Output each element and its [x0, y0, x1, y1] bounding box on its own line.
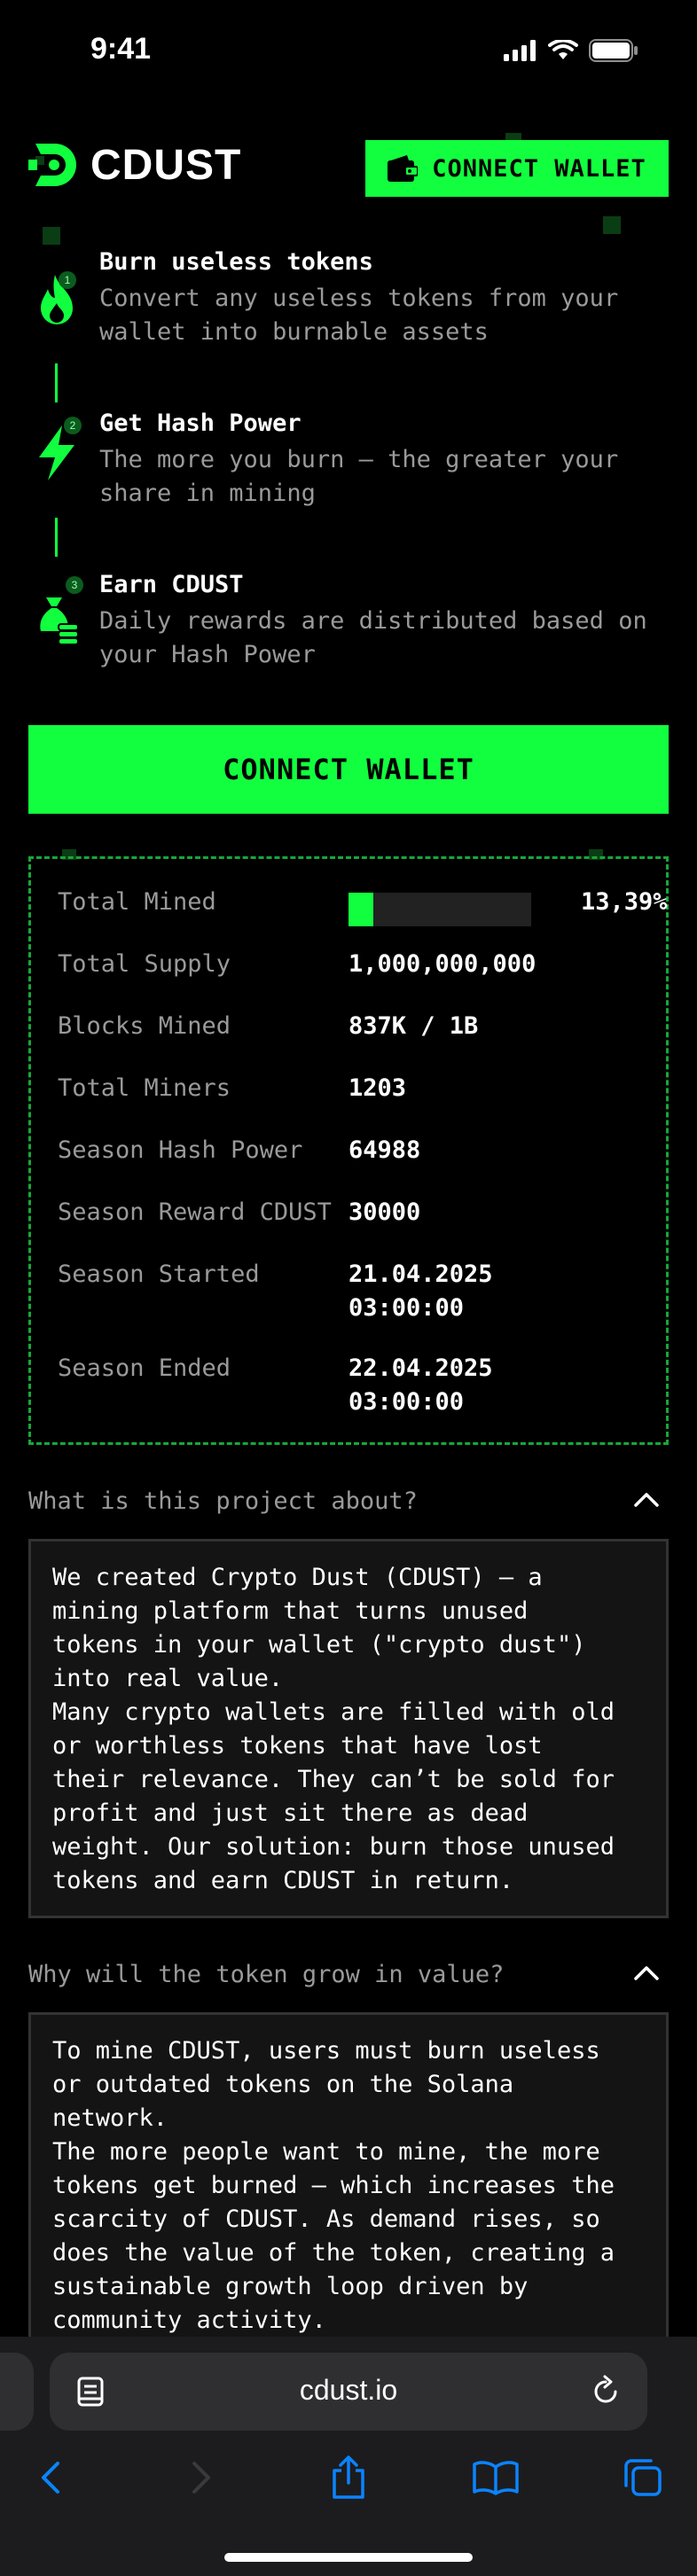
connect-wallet-header-label: CONNECT WALLET [432, 154, 646, 183]
stat-label: Total Miners [58, 1074, 231, 1102]
stat-value: 22.04.2025 03:00:00 [348, 1354, 493, 1416]
step-description: Convert any useless tokens from your wal… [99, 285, 619, 346]
step-connector [55, 518, 58, 557]
forward-button[interactable] [170, 2447, 232, 2509]
stats-panel: Total Mined 13,39% Total Supply 1,000,00… [28, 856, 669, 1445]
reload-icon[interactable] [589, 2374, 623, 2408]
mined-progress-bar [348, 893, 531, 926]
stat-label: Total Supply [58, 950, 231, 978]
back-button[interactable] [20, 2447, 82, 2509]
tabs-button[interactable] [612, 2447, 674, 2509]
stat-label: Total Mined [58, 888, 216, 916]
home-indicator [224, 2553, 473, 2562]
header: CDUST CONNECT WALLET [28, 140, 669, 197]
back-icon [42, 2462, 59, 2494]
step-connector [55, 363, 58, 402]
battery-icon [589, 39, 638, 62]
cdust-logo-icon [28, 144, 76, 186]
step-description: The more you burn — the greater your sha… [99, 446, 619, 507]
stat-label: Season Started [58, 1261, 260, 1288]
bookmarks-icon [473, 2461, 519, 2495]
stat-value: 21.04.2025 03:00:00 [348, 1261, 493, 1322]
connect-wallet-main-button[interactable]: CONNECT WALLET [28, 725, 669, 814]
stat-value: 64988 [348, 1136, 421, 1164]
stat-label: Season Ended [58, 1354, 231, 1382]
step-number-badge: 3 [66, 576, 83, 594]
faq-answer: To mine CDUST, users must burn useless o… [28, 2012, 669, 2385]
stat-value: 30000 [348, 1198, 421, 1226]
share-icon [333, 2455, 364, 2499]
mined-progress-fill [348, 893, 373, 926]
stat-label: Blocks Mined [58, 1012, 231, 1040]
stat-value: 1203 [348, 1074, 407, 1102]
faq-answer: We created Crypto Dust (CDUST) — a minin… [28, 1539, 669, 1918]
previous-tab-preview[interactable] [0, 2353, 34, 2431]
faq-question: What is this project about? [28, 1487, 418, 1515]
step-description: Daily rewards are distributed based on y… [99, 607, 647, 668]
faq-question-toggle[interactable]: What is this project about? [28, 1487, 669, 1523]
chevron-up-icon [634, 1966, 659, 1980]
tabs-icon [624, 2459, 662, 2496]
bookmarks-button[interactable] [465, 2447, 527, 2509]
forward-icon [192, 2462, 210, 2494]
status-icons [504, 39, 638, 62]
connect-wallet-main-label: CONNECT WALLET [223, 753, 474, 786]
status-bar: 9:41 [0, 0, 697, 98]
mined-percentage: 13,39% [581, 888, 668, 916]
logo-text: CDUST [90, 141, 242, 189]
signal-icon [504, 40, 536, 61]
step-number-badge: 1 [59, 271, 76, 289]
decorative-pixel [43, 227, 60, 245]
faq-question-toggle[interactable]: Why will the token grow in value? [28, 1961, 669, 1996]
stat-label: Season Reward CDUST [58, 1198, 332, 1226]
money-bag-icon [40, 597, 79, 645]
decorative-pixel [603, 216, 621, 234]
step-title: Earn CDUST [99, 571, 244, 598]
status-time: 9:41 [90, 32, 152, 66]
logo[interactable]: CDUST [28, 140, 241, 190]
stat-value: 1,000,000,000 [348, 950, 536, 978]
faq-question: Why will the token grow in value? [28, 1961, 505, 1988]
connect-wallet-header-button[interactable]: CONNECT WALLET [365, 140, 669, 197]
stat-label: Season Hash Power [58, 1136, 303, 1164]
step-title: Get Hash Power [99, 410, 302, 437]
browser-toolbar [0, 2447, 697, 2509]
wallet-icon [388, 155, 419, 182]
step-number-badge: 2 [64, 417, 82, 434]
wifi-icon [548, 40, 578, 59]
step-title: Burn useless tokens [99, 248, 373, 276]
address-bar[interactable]: cdust.io [50, 2353, 647, 2431]
stat-value: 837K / 1B [348, 1012, 479, 1040]
share-button[interactable] [317, 2447, 380, 2509]
url-text: cdust.io [299, 2374, 398, 2406]
chevron-up-icon [634, 1493, 659, 1507]
